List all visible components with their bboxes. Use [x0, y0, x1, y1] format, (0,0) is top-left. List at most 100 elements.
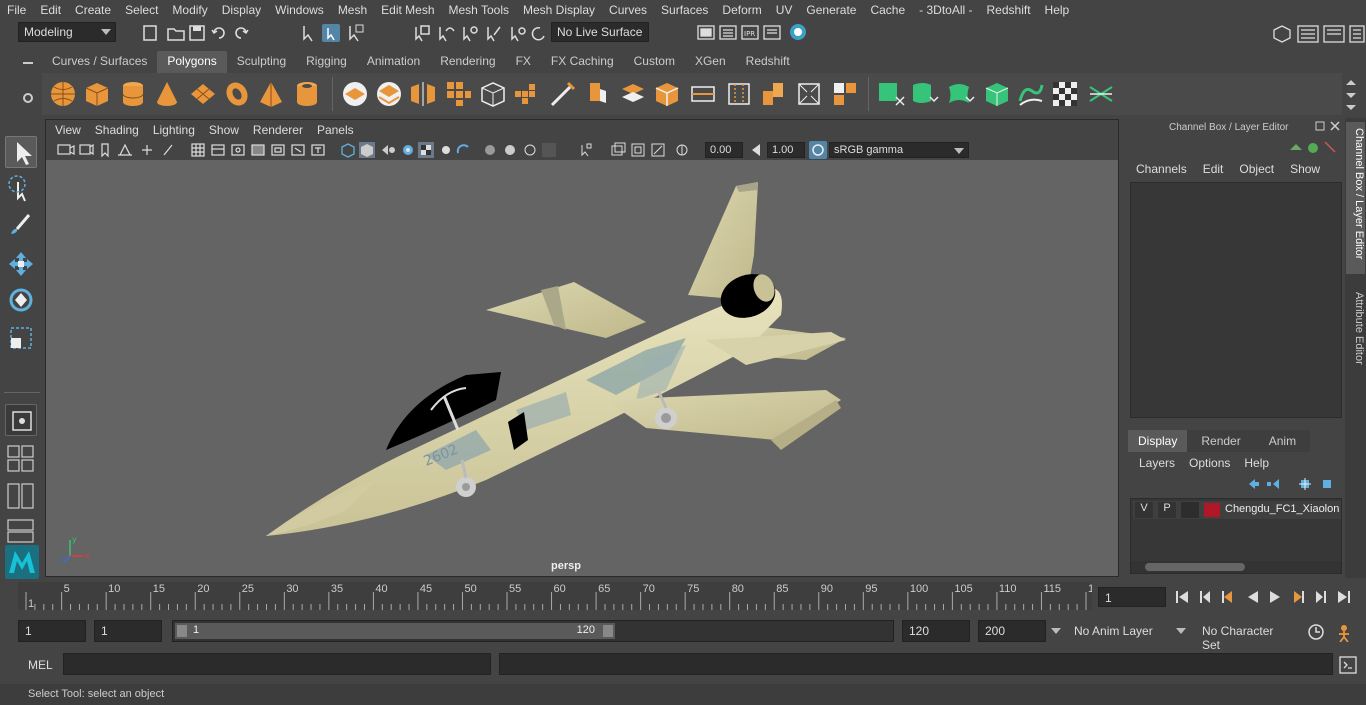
flip-icon[interactable] — [830, 79, 860, 109]
vp-menu-shading[interactable]: Shading — [88, 123, 146, 137]
layer-color-swatch[interactable] — [1204, 503, 1220, 517]
layer-row[interactable]: V P Chengdu_FC1_Xiaolong — [1133, 501, 1341, 519]
tab-curves-surfaces[interactable]: Curves / Surfaces — [42, 51, 157, 73]
vp-menu-show[interactable]: Show — [202, 123, 246, 137]
layer-scrollbar[interactable] — [1131, 561, 1341, 573]
layer-menu-help[interactable]: Help — [1244, 456, 1269, 470]
mirror-icon[interactable] — [408, 79, 438, 109]
lasso-tool-button[interactable] — [5, 174, 37, 206]
exposure-field[interactable]: 0.00 — [705, 142, 743, 158]
menu-select[interactable]: Select — [118, 3, 165, 17]
menu-uv[interactable]: UV — [769, 3, 800, 17]
layer-visibility-toggle[interactable]: V — [1135, 502, 1153, 518]
viewport-canvas[interactable]: 2602 persp y x z — [46, 160, 1118, 576]
tab-render[interactable]: Render — [1187, 430, 1255, 452]
layer-scrollbar-thumb[interactable] — [1145, 563, 1245, 571]
tab-rendering[interactable]: Rendering — [430, 51, 505, 73]
menu-edit-mesh[interactable]: Edit Mesh — [374, 3, 441, 17]
poly-cylinder-icon[interactable] — [118, 79, 148, 109]
color-management-icon[interactable] — [809, 141, 827, 159]
workspace-layout-icons[interactable] — [1270, 23, 1366, 45]
color-space-dropdown[interactable]: sRGB gamma — [829, 142, 969, 158]
shelf-menu-icons[interactable] — [20, 56, 36, 116]
gamma-field[interactable]: 1.00 — [767, 142, 805, 158]
anim-layer-dropdown[interactable]: No Anim Layer — [1068, 620, 1188, 642]
poly-pyramid-icon[interactable] — [256, 79, 286, 109]
menu-generate[interactable]: Generate — [799, 3, 863, 17]
time-slider[interactable]: 1 5 10 15 20 25 30 35 40 45 50 55 60 65 70 75 80 85 90 95 10… — [18, 582, 1100, 610]
menu-cache[interactable]: Cache — [863, 3, 912, 17]
chevron-down-icon[interactable] — [1051, 628, 1061, 634]
scale-tool-button[interactable] — [5, 322, 37, 354]
playback-controls[interactable] — [1174, 588, 1360, 606]
vp-menu-panels[interactable]: Panels — [310, 123, 361, 137]
anim-pref-icons[interactable] — [1306, 622, 1358, 642]
multi-cut-icon[interactable] — [548, 79, 578, 109]
range-slider-end-grip[interactable] — [603, 625, 613, 637]
mode-dropdown[interactable]: Modeling — [18, 22, 116, 42]
panel-float-close-icons[interactable] — [1315, 121, 1343, 133]
playback-start-field[interactable]: 1 — [94, 620, 162, 642]
tab-channel-box-layer-editor[interactable]: Channel Box / Layer Editor — [1346, 122, 1365, 274]
channel-box-area[interactable] — [1130, 182, 1342, 418]
tab-animation[interactable]: Animation — [357, 51, 430, 73]
tab-sculpting[interactable]: Sculpting — [227, 51, 296, 73]
cb-menu-edit[interactable]: Edit — [1203, 162, 1224, 176]
character-set-dropdown[interactable]: No Character Set — [1196, 620, 1300, 652]
menu-deform[interactable]: Deform — [715, 3, 768, 17]
poly-sphere-icon[interactable] — [48, 79, 78, 109]
poly-cube-icon[interactable] — [82, 79, 112, 109]
tab-display[interactable]: Display — [1128, 430, 1188, 452]
menu-modify[interactable]: Modify — [165, 3, 214, 17]
range-slider-track[interactable]: 1 120 — [172, 620, 894, 642]
poly-plane-icon[interactable] — [188, 79, 218, 109]
smooth-icon[interactable] — [444, 79, 474, 109]
menu-mesh-tools[interactable]: Mesh Tools — [442, 3, 516, 17]
menu-edit[interactable]: Edit — [33, 3, 68, 17]
vp-menu-view[interactable]: View — [48, 123, 88, 137]
file-toolbar-icons[interactable] — [142, 24, 252, 42]
tab-rigging[interactable]: Rigging — [296, 51, 357, 73]
menu-create[interactable]: Create — [68, 3, 118, 17]
tab-polygons[interactable]: Polygons — [157, 51, 227, 73]
selection-mask-icons[interactable] — [298, 23, 368, 43]
menu-windows[interactable]: Windows — [268, 3, 331, 17]
uv-planar-icon[interactable] — [876, 79, 906, 109]
end-time-field[interactable]: 200 — [978, 620, 1046, 642]
offset-edge-loop-icon[interactable] — [724, 79, 754, 109]
menu-help[interactable]: Help — [1038, 3, 1077, 17]
cb-menu-channels[interactable]: Channels — [1136, 162, 1187, 176]
layer-menu-options[interactable]: Options — [1189, 456, 1230, 470]
live-surface-field[interactable]: No Live Surface — [551, 22, 649, 42]
combine-icon[interactable] — [340, 79, 370, 109]
uv-automatic-icon[interactable] — [982, 79, 1012, 109]
layer-playback-toggle[interactable]: P — [1158, 502, 1176, 518]
select-tool-button[interactable] — [5, 136, 37, 168]
mel-input[interactable] — [63, 653, 491, 675]
menu-curves[interactable]: Curves — [602, 3, 654, 17]
vp-menu-renderer[interactable]: Renderer — [246, 123, 310, 137]
script-editor-icon[interactable] — [1338, 655, 1358, 675]
poly-pipe-icon[interactable] — [292, 79, 322, 109]
insert-edge-loop-icon[interactable] — [688, 79, 718, 109]
menu-3dtoall[interactable]: - 3DtoAll - — [912, 3, 979, 17]
tab-redshift[interactable]: Redshift — [736, 51, 800, 73]
tab-xgen[interactable]: XGen — [685, 51, 736, 73]
range-slider-handle[interactable]: 1 120 — [175, 623, 615, 639]
menu-mesh-display[interactable]: Mesh Display — [516, 3, 602, 17]
menu-display[interactable]: Display — [215, 3, 268, 17]
render-icons[interactable]: IPR — [696, 23, 811, 43]
cb-menu-object[interactable]: Object — [1239, 162, 1274, 176]
snap-icons[interactable] — [412, 23, 547, 43]
tab-fx-caching[interactable]: FX Caching — [541, 51, 624, 73]
menu-file[interactable]: File — [0, 3, 33, 17]
menu-surfaces[interactable]: Surfaces — [654, 3, 715, 17]
layer-type-toggle[interactable] — [1181, 502, 1199, 518]
playback-end-field[interactable]: 120 — [902, 620, 970, 642]
tab-anim[interactable]: Anim — [1254, 430, 1311, 452]
merge-icon[interactable] — [758, 79, 788, 109]
uv-unfold-icon[interactable] — [1016, 79, 1046, 109]
mel-label[interactable]: MEL — [28, 658, 53, 672]
shelf-scroll-arrows[interactable] — [1344, 77, 1358, 113]
remesh-icon[interactable] — [478, 79, 508, 109]
